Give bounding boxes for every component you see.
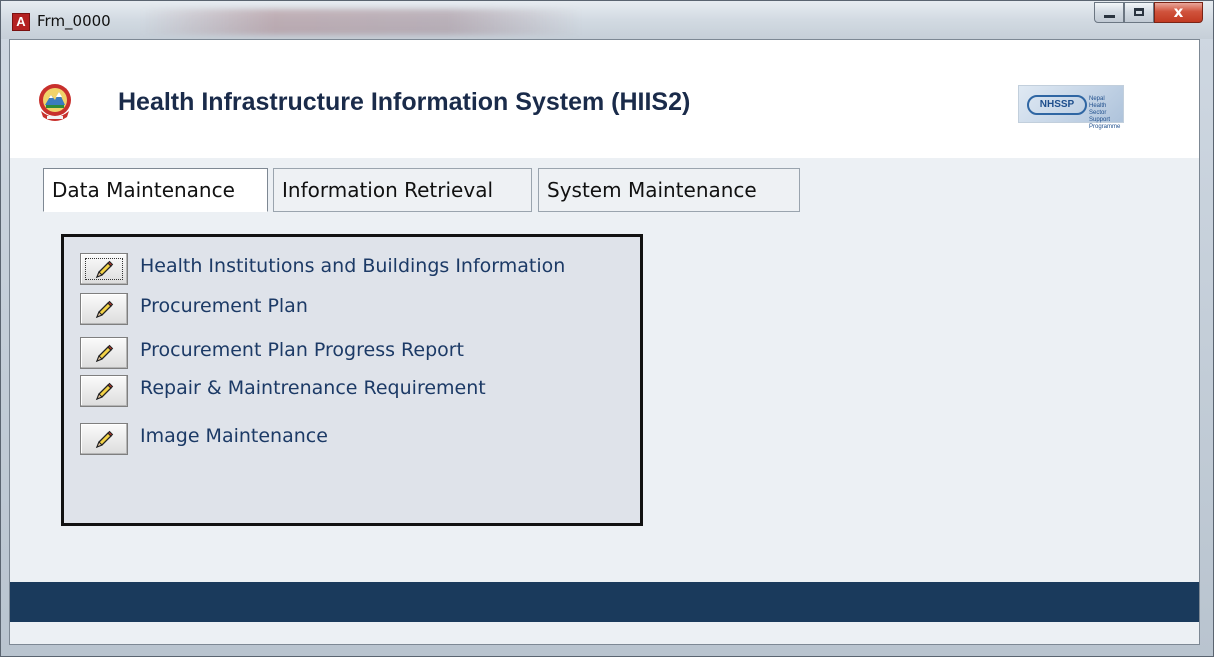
menu-item-label[interactable]: Image Maintenance bbox=[140, 425, 328, 447]
data-maintenance-panel: Health Institutions and Buildings Inform… bbox=[61, 234, 643, 526]
window-controls: x bbox=[1094, 2, 1203, 25]
nepal-emblem-icon bbox=[39, 84, 71, 121]
minimize-icon bbox=[1104, 15, 1115, 18]
form-client-area: Health Infrastructure Information System… bbox=[9, 39, 1200, 645]
pencil-icon bbox=[95, 300, 114, 319]
tab-information-retrieval[interactable]: Information Retrieval bbox=[273, 168, 532, 212]
menu-item-label[interactable]: Health Institutions and Buildings Inform… bbox=[140, 255, 565, 277]
access-app-icon[interactable]: A bbox=[12, 13, 30, 31]
procurement-progress-button[interactable] bbox=[80, 337, 128, 369]
pencil-icon bbox=[95, 260, 114, 279]
pencil-icon bbox=[95, 430, 114, 449]
minimize-button[interactable] bbox=[1094, 2, 1124, 23]
pencil-icon bbox=[95, 382, 114, 401]
procurement-plan-button[interactable] bbox=[80, 293, 128, 325]
close-icon: x bbox=[1173, 3, 1184, 21]
application-window: A Frm_0000 x Health Infrastructure Infor… bbox=[0, 0, 1214, 657]
title-bar[interactable]: A Frm_0000 x bbox=[1, 1, 1213, 39]
close-button[interactable]: x bbox=[1154, 2, 1203, 23]
maximize-button[interactable] bbox=[1124, 2, 1154, 23]
header-band: Health Infrastructure Information System… bbox=[10, 40, 1199, 158]
menu-item-label[interactable]: Repair & Maintrenance Requirement bbox=[140, 377, 486, 399]
nhssp-logo: NHSSP Nepal Health Sector Support Progra… bbox=[1018, 85, 1124, 130]
window-title: Frm_0000 bbox=[37, 12, 111, 30]
page-title: Health Infrastructure Information System… bbox=[118, 88, 691, 116]
repair-maintenance-button[interactable] bbox=[80, 375, 128, 407]
menu-item-label[interactable]: Procurement Plan Progress Report bbox=[140, 339, 464, 361]
title-bar-reflection bbox=[141, 9, 581, 35]
nhssp-logo-subtext: Nepal Health Sector Support Programme bbox=[1089, 96, 1121, 130]
footer-bar bbox=[10, 582, 1199, 622]
pencil-icon bbox=[95, 344, 114, 363]
nhssp-logo-mark: NHSSP bbox=[1027, 95, 1087, 115]
tab-data-maintenance[interactable]: Data Maintenance bbox=[43, 168, 268, 212]
health-institutions-button[interactable] bbox=[80, 253, 128, 285]
tab-system-maintenance[interactable]: System Maintenance bbox=[538, 168, 800, 212]
image-maintenance-button[interactable] bbox=[80, 423, 128, 455]
menu-item-label[interactable]: Procurement Plan bbox=[140, 295, 308, 317]
maximize-icon bbox=[1134, 8, 1144, 16]
